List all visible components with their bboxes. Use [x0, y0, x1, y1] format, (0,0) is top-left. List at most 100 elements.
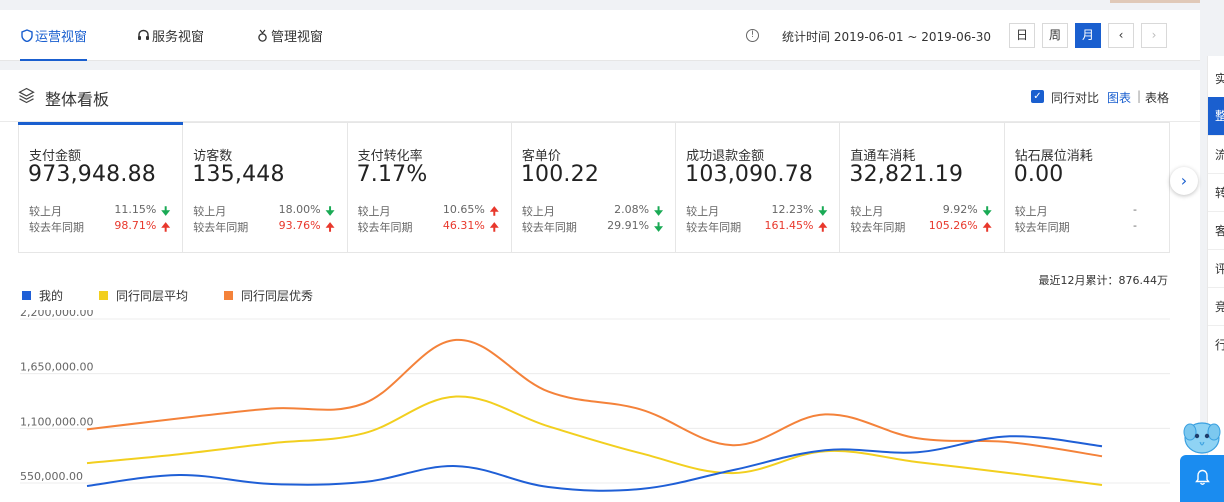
mom-row: 较上月 18.00% 🠋: [193, 203, 336, 218]
metric-cards: 支付金额 973,948.88 较上月 11.15% 🠋 较去年同期 98.71% 🠉 访客数 1…: [17, 122, 1170, 253]
metric-value: 973,948.88: [28, 162, 156, 187]
side-nav-item[interactable]: 竞: [1215, 298, 1224, 315]
tab-label: 服务视窗: [152, 30, 205, 45]
top-strip: [0, 0, 1200, 6]
side-nav-divider: [1208, 135, 1224, 136]
yoy-label: 较去年同期: [521, 221, 577, 234]
peer-compare-label: 同行对比: [1051, 91, 1100, 105]
yoy-row: 较去年同期 161.45% 🠉: [686, 219, 829, 234]
mom-row: 较上月 11.15% 🠋: [29, 203, 172, 218]
tab-operations[interactable]: 运营视窗: [20, 10, 88, 61]
metric-card[interactable]: 支付金额 973,948.88 较上月 11.15% 🠋 较去年同期 98.71% 🠉: [17, 122, 184, 252]
metric-card[interactable]: 成功退款金额 103,090.78 较上月 12.23% 🠋 较去年同期 161.45% 🠉: [676, 123, 841, 252]
yoy-percent: 98.71%: [114, 219, 157, 232]
side-nav-item[interactable]: 转: [1215, 184, 1224, 201]
legend-label: 我的: [39, 289, 64, 303]
mom-row: 较上月 2.08% 🠋: [522, 203, 665, 218]
y-tick-label: 2,200,000.00: [20, 310, 93, 319]
layers-icon: [18, 87, 35, 104]
side-nav-item[interactable]: 流: [1215, 146, 1224, 163]
view-chart-link[interactable]: 图表: [1107, 89, 1131, 106]
side-nav-item[interactable]: 客: [1215, 222, 1224, 239]
period-day-button[interactable]: 日: [1009, 23, 1035, 48]
mom-percent: -: [1132, 203, 1137, 216]
metric-value: 103,090.78: [685, 162, 814, 187]
overview-panel: 整体看板 ✓ 同行对比 图表 | 表格 支付金额 973,948.88 较上月 11.…: [0, 70, 1200, 502]
cards-next-button[interactable]: ›: [1170, 167, 1198, 195]
tab-label: 管理视窗: [271, 30, 324, 45]
side-nav-divider: [1208, 249, 1224, 250]
mom-label: 较上月: [686, 205, 720, 218]
app-root: 运营视窗 服务视窗 管理视窗 ! 统计时间 2019-06-01 ~ 2019-…: [0, 0, 1224, 502]
view-table-link[interactable]: 表格: [1145, 89, 1169, 106]
medal-icon: [256, 29, 269, 42]
cumulative-total: 最近12月累计：876.44万: [1038, 274, 1169, 287]
legend-swatch: [22, 291, 31, 300]
metric-card[interactable]: 钻石展位消耗 0.00 较上月 - 较去年同期 -: [1005, 123, 1169, 252]
tab-management[interactable]: 管理视窗: [256, 10, 323, 61]
side-nav-divider: [1208, 287, 1224, 288]
yoy-label: 较去年同期: [357, 221, 413, 234]
yoy-row: 较去年同期 98.71% 🠉: [29, 219, 172, 234]
top-accent: [1110, 0, 1200, 3]
arrow-up-icon: 🠉: [982, 221, 992, 234]
y-tick-label: 1,650,000.00: [20, 361, 93, 374]
yoy-label: 较去年同期: [1014, 221, 1070, 234]
chevron-right-icon: ›: [1180, 171, 1188, 190]
mom-percent: 12.23%: [771, 203, 814, 216]
trend-chart: 2,200,000.00 1,650,000.00 1,100,000.00 550,…: [20, 310, 1170, 492]
view-separator: |: [1137, 89, 1142, 103]
series-line[interactable]: [86, 338, 1103, 458]
side-nav-item[interactable]: 行: [1215, 336, 1224, 353]
next-period-button[interactable]: ›: [1141, 23, 1167, 48]
mom-label: 较上月: [357, 205, 391, 218]
mom-row: 较上月 10.65% 🠉: [358, 203, 501, 218]
headset-icon: [137, 29, 150, 42]
legend-item[interactable]: 同行同层优秀: [224, 287, 313, 304]
yoy-label: 较去年同期: [29, 221, 84, 234]
yoy-row: 较去年同期 93.76% 🠉: [193, 219, 336, 234]
bell-icon: [1195, 469, 1210, 485]
arrow-down-icon: 🠋: [654, 221, 664, 234]
mom-percent: 10.65%: [442, 203, 485, 216]
mom-percent: 18.00%: [278, 203, 321, 216]
chart-legend: 我的 同行同层平均 同行同层优秀: [22, 287, 349, 304]
mom-label: 较上月: [521, 205, 555, 218]
yoy-percent: 29.91%: [607, 219, 650, 232]
mom-percent: 9.92%: [942, 203, 978, 216]
metric-card[interactable]: 直通车消耗 32,821.19 较上月 9.92% 🠋 较去年同期 105.26% 🠉: [840, 123, 1005, 252]
metric-value: 32,821.19: [849, 162, 964, 187]
side-nav-item[interactable]: 实: [1215, 70, 1224, 87]
tab-service[interactable]: 服务视窗: [137, 10, 204, 61]
yoy-percent: 105.26%: [928, 219, 978, 232]
shield-icon: [20, 29, 33, 43]
chevron-right-icon: ›: [1151, 28, 1157, 42]
mascot-icon[interactable]: [1180, 418, 1224, 458]
legend-item[interactable]: 同行同层平均: [99, 287, 188, 304]
chevron-left-icon: ‹: [1118, 28, 1124, 42]
peer-compare-checkbox[interactable]: ✓: [1031, 90, 1044, 103]
panel-title: 整体看板: [45, 90, 110, 109]
metric-card[interactable]: 客单价 100.22 较上月 2.08% 🠋 较去年同期 29.91% 🠋: [512, 123, 677, 252]
side-nav-item[interactable]: 评: [1215, 260, 1224, 277]
prev-period-button[interactable]: ‹: [1108, 23, 1134, 48]
yoy-label: 较去年同期: [193, 221, 249, 234]
y-tick-label: 550,000.00: [20, 470, 83, 483]
info-icon[interactable]: !: [746, 29, 759, 42]
legend-label: 同行同层平均: [116, 289, 189, 303]
yoy-label: 较去年同期: [850, 221, 906, 234]
arrow-up-icon: 🠉: [161, 221, 171, 234]
header-bar: 运营视窗 服务视窗 管理视窗 ! 统计时间 2019-06-01 ~ 2019-…: [0, 10, 1200, 61]
mom-label: 较上月: [850, 205, 884, 218]
legend-item[interactable]: 我的: [22, 287, 63, 304]
period-month-button[interactable]: 月: [1075, 23, 1101, 48]
yoy-row: 较去年同期 46.31% 🠉: [358, 219, 501, 234]
yoy-label: 较去年同期: [686, 221, 742, 234]
tab-label: 运营视窗: [35, 30, 88, 45]
metric-card[interactable]: 支付转化率 7.17% 较上月 10.65% 🠉 较去年同期 46.31% 🠉: [348, 123, 512, 252]
notification-button[interactable]: [1180, 455, 1224, 502]
period-week-button[interactable]: 周: [1042, 23, 1068, 48]
metric-card[interactable]: 访客数 135,448 较上月 18.00% 🠋 较去年同期 93.76% 🠉: [183, 123, 348, 252]
yoy-row: 较去年同期 -: [1015, 219, 1159, 234]
side-nav-item[interactable]: 整: [1208, 97, 1224, 135]
